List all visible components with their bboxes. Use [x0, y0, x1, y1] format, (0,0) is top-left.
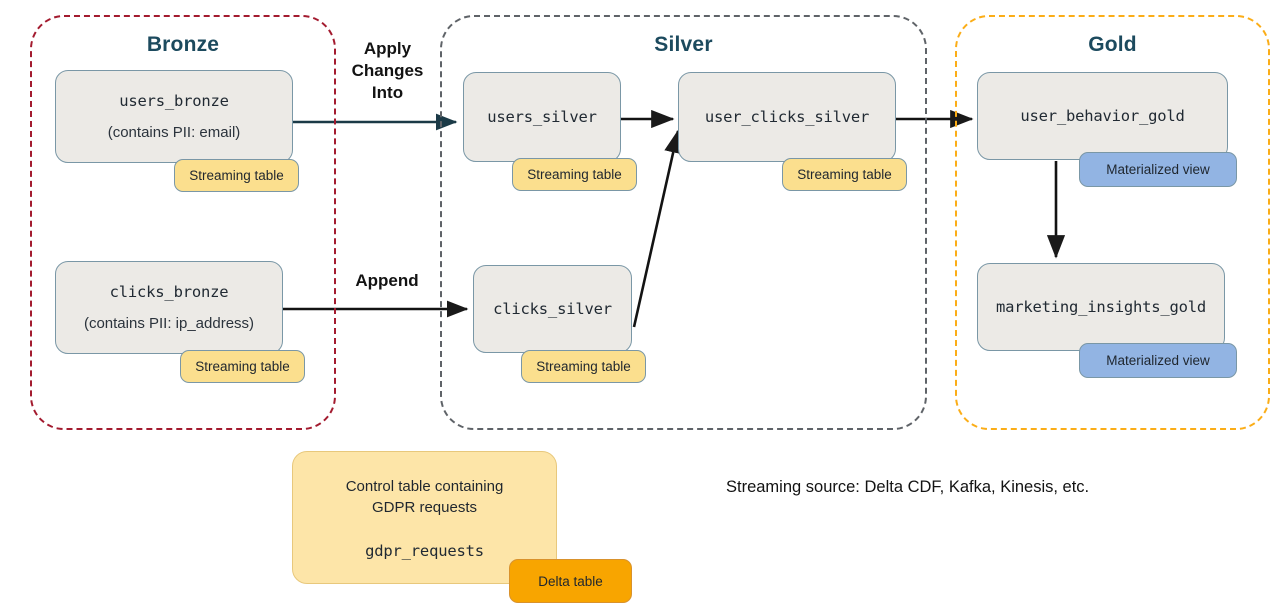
badge-marketing-insights-gold-label: Materialized view: [1106, 353, 1210, 368]
badge-users-silver-label: Streaming table: [527, 167, 622, 182]
control-table-line2: GDPR requests: [371, 498, 478, 516]
badge-user-behavior-gold-materialized-view: Materialized view: [1079, 152, 1237, 187]
badge-gdpr-requests-label: Delta table: [538, 573, 603, 589]
node-users-silver[interactable]: users_silver: [463, 72, 621, 162]
node-clicks-bronze-title: clicks_bronze: [109, 283, 229, 301]
zone-gold-title: Gold: [1088, 33, 1137, 56]
badge-users-bronze-label: Streaming table: [189, 168, 284, 183]
edge-label-apply-line1: Apply: [363, 39, 412, 58]
badge-user-behavior-gold-label: Materialized view: [1106, 162, 1210, 177]
badge-clicks-bronze-label: Streaming table: [195, 359, 290, 374]
node-user-clicks-silver-title: user_clicks_silver: [704, 108, 870, 126]
zone-silver-title: Silver: [654, 33, 713, 56]
edge-label-apply-line2: Changes: [351, 61, 424, 80]
node-users-bronze[interactable]: users_bronze (contains PII: email): [55, 70, 293, 163]
badge-gdpr-requests-delta-table: Delta table: [509, 559, 632, 603]
node-users-silver-title: users_silver: [487, 108, 597, 126]
node-users-bronze-title: users_bronze: [119, 92, 229, 110]
node-clicks-silver-title: clicks_silver: [493, 300, 612, 318]
badge-clicks-silver-label: Streaming table: [536, 359, 631, 374]
edge-label-append-text: Append: [355, 271, 419, 290]
edge-label-apply-changes-into: Apply Changes Into: [340, 38, 435, 104]
edge-label-append: Append: [335, 270, 439, 292]
badge-users-bronze-streaming-table: Streaming table: [174, 159, 299, 192]
node-marketing-insights-gold-title: marketing_insights_gold: [995, 298, 1207, 316]
badge-marketing-insights-gold-materialized-view: Materialized view: [1079, 343, 1237, 378]
streaming-source-footnote: Streaming source: Delta CDF, Kafka, Kine…: [726, 478, 1090, 496]
node-marketing-insights-gold[interactable]: marketing_insights_gold: [977, 263, 1225, 351]
control-table-name: gdpr_requests: [365, 541, 484, 560]
edge-label-apply-line3: Into: [371, 83, 404, 102]
diagram-canvas: Bronze Silver Gold users_bronze (contain…: [0, 0, 1279, 614]
node-user-behavior-gold-title: user_behavior_gold: [1020, 107, 1185, 125]
node-user-clicks-silver[interactable]: user_clicks_silver: [678, 72, 896, 162]
badge-clicks-silver-streaming-table: Streaming table: [521, 350, 646, 383]
node-clicks-silver[interactable]: clicks_silver: [473, 265, 632, 353]
node-clicks-bronze[interactable]: clicks_bronze (contains PII: ip_address): [55, 261, 283, 354]
node-user-behavior-gold[interactable]: user_behavior_gold: [977, 72, 1228, 160]
badge-clicks-bronze-streaming-table: Streaming table: [180, 350, 305, 383]
badge-user-clicks-silver-label: Streaming table: [797, 167, 892, 182]
zone-bronze-title: Bronze: [146, 33, 220, 56]
badge-user-clicks-silver-streaming-table: Streaming table: [782, 158, 907, 191]
node-clicks-bronze-subtitle: (contains PII: ip_address): [83, 315, 255, 332]
badge-users-silver-streaming-table: Streaming table: [512, 158, 637, 191]
control-table-line1: Control table containing: [345, 477, 504, 495]
node-users-bronze-subtitle: (contains PII: email): [107, 124, 241, 141]
